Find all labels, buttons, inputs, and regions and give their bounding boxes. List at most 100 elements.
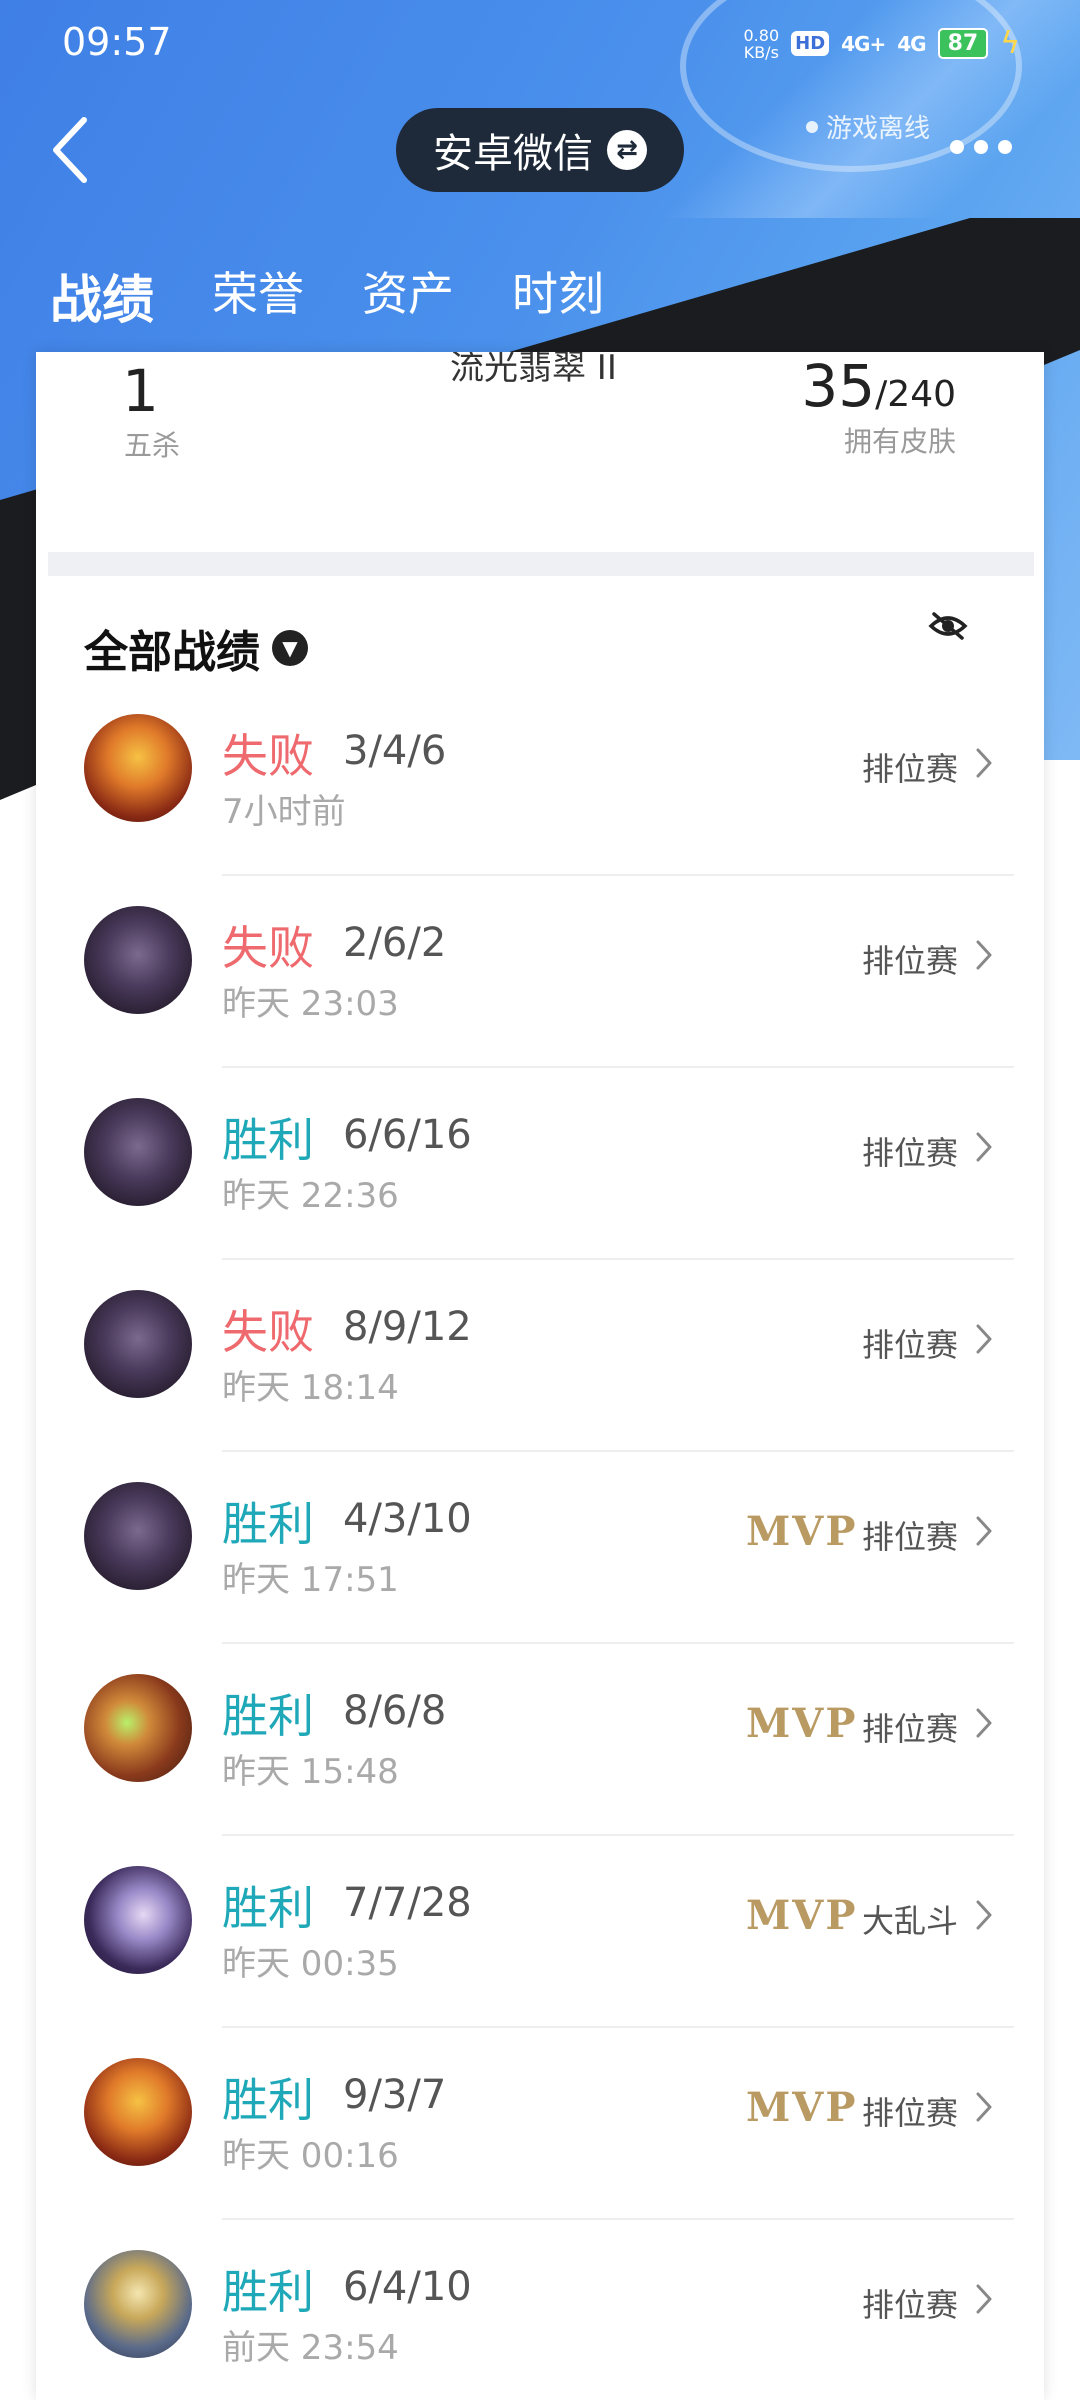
match-row[interactable]: 胜利 7/7/28 昨天 00:35 MVP 大乱斗 [36, 1844, 1044, 2036]
charging-icon: ϟ [1000, 26, 1020, 61]
mvp-badge: MVP [746, 1892, 858, 1939]
match-mode: 排位赛 [862, 1710, 959, 1748]
chevron-right-icon [976, 1324, 992, 1354]
pentakill-count: 1 [122, 357, 159, 425]
hd-icon: HD [791, 31, 830, 56]
records-filter-dropdown[interactable]: 全部战绩 ▼ [84, 616, 308, 680]
match-record-list: 失败 3/4/6 7小时前 排位赛 失败 2/6/2 昨天 23:03 排位赛 胜利 6/6/16… [36, 692, 1044, 2400]
tab-assets[interactable]: 资产 [362, 258, 454, 333]
match-result: 胜利 [222, 1689, 314, 1743]
match-result: 失败 [222, 921, 314, 975]
row-divider [222, 1834, 1014, 1836]
match-mode: 排位赛 [862, 942, 959, 980]
match-time: 昨天 00:16 [222, 2136, 399, 2176]
chevron-right-icon [976, 748, 992, 778]
signal-icon-2: 4G [897, 31, 926, 56]
rank-title: 流光翡翠 II [450, 352, 617, 388]
hero-avatar [84, 1290, 192, 1398]
hero-avatar [84, 906, 192, 1014]
match-mode: 排位赛 [862, 1326, 959, 1364]
match-row[interactable]: 胜利 9/3/7 昨天 00:16 MVP 排位赛 [36, 2036, 1044, 2228]
tab-records[interactable]: 战绩 [50, 258, 154, 363]
match-row[interactable]: 胜利 4/3/10 昨天 17:51 MVP 排位赛 [36, 1460, 1044, 1652]
chevron-right-icon [976, 2284, 992, 2314]
hero-avatar [84, 714, 192, 822]
account-switch-button[interactable]: 安卓微信 ⇄ [396, 108, 684, 192]
row-divider [222, 1642, 1014, 1644]
swap-icon: ⇄ [607, 130, 647, 170]
tab-moments[interactable]: 时刻 [512, 258, 604, 333]
tab-honors[interactable]: 荣誉 [212, 258, 304, 333]
match-result: 胜利 [222, 1497, 314, 1551]
match-result: 胜利 [222, 2265, 314, 2319]
mvp-badge: MVP [746, 1700, 858, 1747]
chevron-right-icon [976, 940, 992, 970]
records-title: 全部战绩 [84, 627, 260, 678]
status-dot-icon [806, 120, 818, 133]
row-divider [222, 1066, 1014, 1068]
skins-owned: 35 [801, 352, 876, 420]
chevron-right-icon [976, 1132, 992, 1162]
skins-stat[interactable]: 35/240 拥有皮肤 [801, 352, 956, 460]
match-result: 胜利 [222, 2073, 314, 2127]
match-mode: 排位赛 [862, 2094, 959, 2132]
match-time: 昨天 00:35 [222, 1944, 399, 1984]
account-label: 安卓微信 [433, 131, 593, 177]
status-bar: 09:57 0.80 KB/s HD 4G+ 4G 87 ϟ [0, 0, 1080, 90]
match-kda: 6/6/16 [343, 1112, 472, 1158]
records-card: 1 五杀 流光翡翠 II 35/240 拥有皮肤 全部战绩 ▼ 失败 3/4/6 7… [36, 352, 1044, 2400]
network-speed: 0.80 KB/s [744, 27, 780, 61]
hide-eye-icon[interactable] [928, 610, 968, 642]
match-kda: 4/3/10 [343, 1496, 472, 1542]
match-row[interactable]: 失败 2/6/2 昨天 23:03 排位赛 [36, 884, 1044, 1076]
match-row[interactable]: 胜利 6/4/10 前天 23:54 排位赛 [36, 2228, 1044, 2400]
skins-total: /240 [875, 374, 956, 415]
chevron-right-icon [976, 1900, 992, 1930]
hero-avatar [84, 1098, 192, 1206]
match-kda: 6/4/10 [343, 2264, 472, 2310]
match-row[interactable]: 失败 8/9/12 昨天 18:14 排位赛 [36, 1268, 1044, 1460]
online-status-label: 游戏离线 [826, 114, 931, 144]
hero-avatar [84, 2250, 192, 2358]
back-arrow-icon[interactable] [44, 110, 104, 190]
match-row[interactable]: 胜利 8/6/8 昨天 15:48 MVP 排位赛 [36, 1652, 1044, 1844]
match-time: 昨天 15:48 [222, 1752, 399, 1792]
network-speed-value: 0.80 [743, 25, 780, 45]
match-kda: 8/6/8 [343, 1688, 447, 1734]
match-time: 昨天 18:14 [222, 1368, 399, 1408]
row-divider [222, 2218, 1014, 2220]
pentakill-label: 五杀 [124, 429, 181, 462]
network-speed-unit: KB/s [743, 42, 779, 62]
match-kda: 7/7/28 [343, 1880, 472, 1926]
match-result: 胜利 [222, 1881, 314, 1935]
chevron-right-icon [976, 2092, 992, 2122]
mvp-badge: MVP [746, 2084, 858, 2131]
match-mode: 大乱斗 [862, 1902, 959, 1940]
hero-avatar [84, 2058, 192, 2166]
match-row[interactable]: 失败 3/4/6 7小时前 排位赛 [36, 692, 1044, 884]
match-time: 昨天 22:36 [222, 1176, 399, 1216]
match-kda: 3/4/6 [343, 728, 447, 774]
hero-avatar [84, 1866, 192, 1974]
match-mode: 排位赛 [862, 750, 959, 788]
match-kda: 8/9/12 [343, 1304, 472, 1350]
online-status: 游戏离线 [806, 108, 930, 145]
more-options-icon[interactable] [950, 140, 1012, 154]
chevron-right-icon [976, 1516, 992, 1546]
status-icons: 0.80 KB/s HD 4G+ 4G 87 ϟ [744, 26, 1021, 61]
match-result: 胜利 [222, 1113, 314, 1167]
match-row[interactable]: 胜利 6/6/16 昨天 22:36 排位赛 [36, 1076, 1044, 1268]
chevron-down-icon: ▼ [272, 630, 308, 666]
match-time: 昨天 23:03 [222, 984, 399, 1024]
match-time: 昨天 17:51 [222, 1560, 399, 1600]
tab-bar: 战绩 荣誉 资产 时刻 [50, 258, 604, 363]
mvp-badge: MVP [746, 1508, 858, 1555]
match-kda: 2/6/2 [343, 920, 447, 966]
hero-avatar [84, 1482, 192, 1590]
battery-icon: 87 [937, 28, 989, 59]
hero-avatar [84, 1674, 192, 1782]
row-divider [222, 874, 1014, 876]
match-time: 前天 23:54 [222, 2328, 399, 2368]
match-mode: 排位赛 [862, 2286, 959, 2324]
status-time: 09:57 [62, 20, 172, 64]
